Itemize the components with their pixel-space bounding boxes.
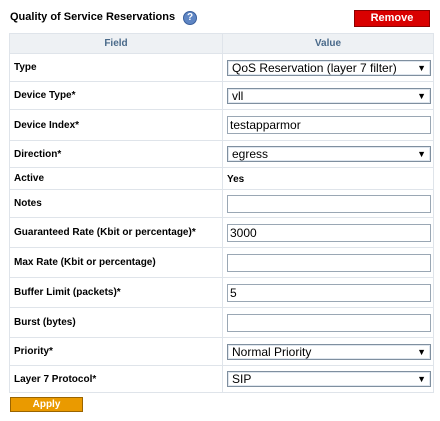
device-type-label: Device Type* [9,81,223,110]
chevron-down-icon: ▼ [417,374,426,384]
table-row: Active Yes [9,167,434,190]
table-row: Burst (bytes) [9,307,434,338]
chevron-down-icon: ▼ [417,62,426,73]
table-row: Max Rate (Kbit or percentage) [9,247,434,278]
max-rate-label: Max Rate (Kbit or percentage) [9,247,223,278]
layer7-protocol-select-value: SIP [232,372,252,386]
apply-button[interactable]: Apply [10,397,83,412]
device-index-input[interactable]: testapparmor [227,116,431,134]
guaranteed-rate-input[interactable]: 3000 [227,223,431,242]
device-type-select[interactable]: vll ▼ [227,87,431,104]
help-icon[interactable]: ? [183,11,197,25]
active-value: Yes [227,173,245,185]
column-header-value: Value [222,33,434,54]
layer7-protocol-label: Layer 7 Protocol* [9,365,223,393]
buffer-limit-input[interactable]: 5 [227,283,431,302]
table-row: Guaranteed Rate (Kbit or percentage)* 30… [9,217,434,248]
section-header: Quality of Service Reservations ? Remove [9,6,434,30]
active-label: Active [9,167,223,190]
type-select[interactable]: QoS Reservation (layer 7 filter) ▼ [227,59,431,76]
priority-label: Priority* [9,337,223,366]
layer7-protocol-select[interactable]: SIP ▼ [227,371,431,387]
buffer-limit-label: Buffer Limit (packets)* [9,277,223,308]
chevron-down-icon: ▼ [417,346,426,357]
table-row: Type QoS Reservation (layer 7 filter) ▼ [9,53,434,82]
burst-label: Burst (bytes) [9,307,223,338]
table-row: Device Index* testapparmor [9,109,434,141]
direction-label: Direction* [9,140,223,168]
burst-input[interactable] [227,313,431,332]
remove-button[interactable]: Remove [354,10,430,27]
device-index-label: Device Index* [9,109,223,141]
table-row: Buffer Limit (packets)* 5 [9,277,434,308]
device-type-select-value: vll [232,88,244,103]
max-rate-input[interactable] [227,253,431,272]
table-row: Layer 7 Protocol* SIP ▼ [9,365,434,393]
type-label: Type [9,53,223,82]
reservation-form-table: Field Value Type QoS Reservation (layer … [9,33,434,393]
chevron-down-icon: ▼ [417,90,426,101]
direction-select[interactable]: egress ▼ [227,146,431,162]
chevron-down-icon: ▼ [417,149,426,159]
notes-input[interactable] [227,194,431,213]
table-row: Device Type* vll ▼ [9,81,434,110]
column-header-field: Field [9,33,223,54]
table-row: Direction* egress ▼ [9,140,434,168]
priority-select[interactable]: Normal Priority ▼ [227,343,431,360]
table-row: Notes [9,189,434,218]
page-title: Quality of Service Reservations [10,11,176,23]
direction-select-value: egress [232,147,269,161]
type-select-value: QoS Reservation (layer 7 filter) [232,60,397,75]
notes-label: Notes [9,189,223,218]
table-row: Priority* Normal Priority ▼ [9,337,434,366]
priority-select-value: Normal Priority [232,344,312,359]
guaranteed-rate-label: Guaranteed Rate (Kbit or percentage)* [9,217,223,248]
